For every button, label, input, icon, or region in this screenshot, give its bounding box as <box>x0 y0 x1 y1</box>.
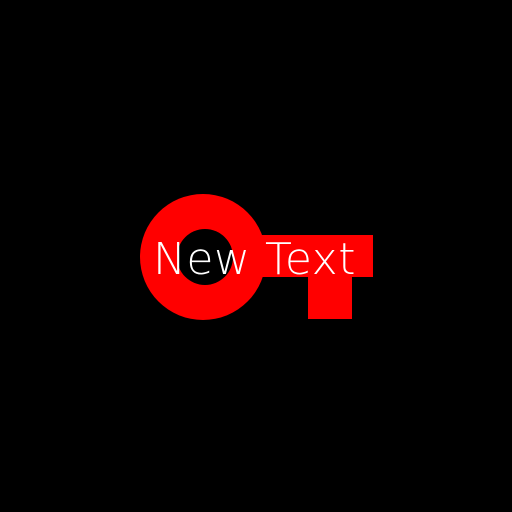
overlay-text-label: New Text <box>153 234 356 285</box>
canvas: New Text <box>0 0 512 512</box>
